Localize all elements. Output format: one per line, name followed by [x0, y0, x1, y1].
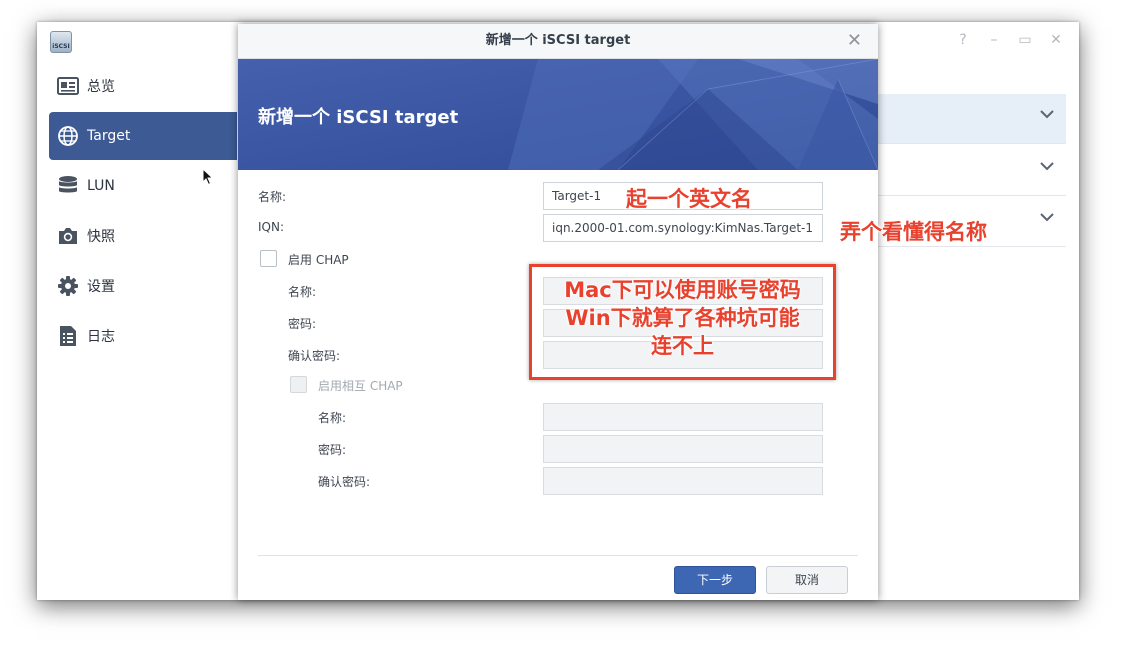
enable-mutual-chap-label: 启用相互 CHAP: [318, 379, 403, 393]
maximize-icon[interactable]: ▭: [1016, 31, 1034, 49]
chap-annotation-line: Mac下可以使用账号密码: [564, 278, 801, 302]
overview-card-icon: [57, 75, 79, 97]
sidebar-item-label: 日志: [87, 329, 115, 345]
sidebar-item-overview[interactable]: 总览: [49, 62, 237, 110]
sidebar-item-snapshot[interactable]: 快照: [49, 212, 237, 260]
name-annotation: 起一个英文名: [626, 187, 752, 211]
globe-icon: [57, 125, 79, 147]
window-controls: ? – ▭ ✕: [954, 31, 1065, 49]
mutual-name-label: 名称:: [318, 411, 347, 425]
sidebar-item-label: 设置: [87, 279, 115, 295]
close-icon[interactable]: ✕: [1047, 31, 1065, 49]
iqn-input[interactable]: [543, 214, 823, 242]
enable-chap-checkbox[interactable]: [260, 250, 277, 267]
cancel-button[interactable]: 取消: [766, 566, 848, 594]
sidebar-item-target[interactable]: Target: [49, 112, 237, 160]
log-list-icon: [57, 325, 79, 347]
sidebar-item-log[interactable]: 日志: [49, 312, 237, 360]
sidebar: 总览 Target LUN 快照 设置 日志: [37, 60, 237, 600]
mutual-confirm-password-label: 确认密码:: [318, 475, 371, 489]
iqn-label: IQN:: [258, 220, 285, 234]
chap-password-label: 密码:: [288, 317, 317, 331]
target-list-row[interactable]: [878, 146, 1066, 196]
chap-annotation-line: 连不上: [651, 334, 714, 358]
chevron-down-icon: [1040, 110, 1054, 119]
mutual-password-label: 密码:: [318, 443, 347, 457]
sidebar-item-label: 快照: [87, 229, 115, 245]
dialog-window-title: 新增一个 iSCSI target: [485, 33, 631, 48]
dialog-banner: 新增一个 iSCSI target: [238, 59, 878, 170]
mutual-name-input[interactable]: [543, 403, 823, 431]
chevron-down-icon: [1040, 213, 1054, 222]
database-icon: [57, 175, 79, 197]
iscsi-app-icon: iSCSI: [50, 31, 72, 53]
chap-annotation: Mac下可以使用账号密码 Win下就算了各种坑可能 连不上: [529, 276, 836, 360]
gear-icon: [57, 275, 79, 297]
chap-annotation-line: Win下就算了各种坑可能: [565, 306, 800, 330]
next-button[interactable]: 下一步: [674, 566, 756, 594]
dialog-footer-divider: [258, 555, 858, 556]
sidebar-item-label: 总览: [87, 79, 115, 95]
enable-chap-label: 启用 CHAP: [288, 253, 349, 267]
help-icon[interactable]: ?: [954, 31, 972, 49]
target-list-row[interactable]: [878, 94, 1066, 144]
sidebar-item-label: LUN: [87, 178, 115, 194]
minimize-icon[interactable]: –: [985, 31, 1003, 49]
chap-confirm-password-label: 确认密码:: [288, 349, 341, 363]
mutual-confirm-password-input[interactable]: [543, 467, 823, 495]
iqn-annotation: 弄个看懂得名称: [840, 220, 987, 244]
dialog-titlebar: 新增一个 iSCSI target: [238, 24, 878, 59]
camera-icon: [57, 225, 79, 247]
banner-title: 新增一个 iSCSI target: [258, 107, 459, 128]
mutual-password-input[interactable]: [543, 435, 823, 463]
sidebar-item-settings[interactable]: 设置: [49, 262, 237, 310]
name-label: 名称:: [258, 190, 287, 204]
sidebar-item-label: Target: [87, 128, 131, 144]
chap-name-label: 名称:: [288, 285, 317, 299]
chevron-down-icon: [1040, 162, 1054, 171]
dialog-close-icon[interactable]: ✕: [847, 32, 862, 50]
enable-mutual-chap-checkbox[interactable]: [290, 376, 307, 393]
mouse-cursor-icon: [202, 168, 214, 186]
